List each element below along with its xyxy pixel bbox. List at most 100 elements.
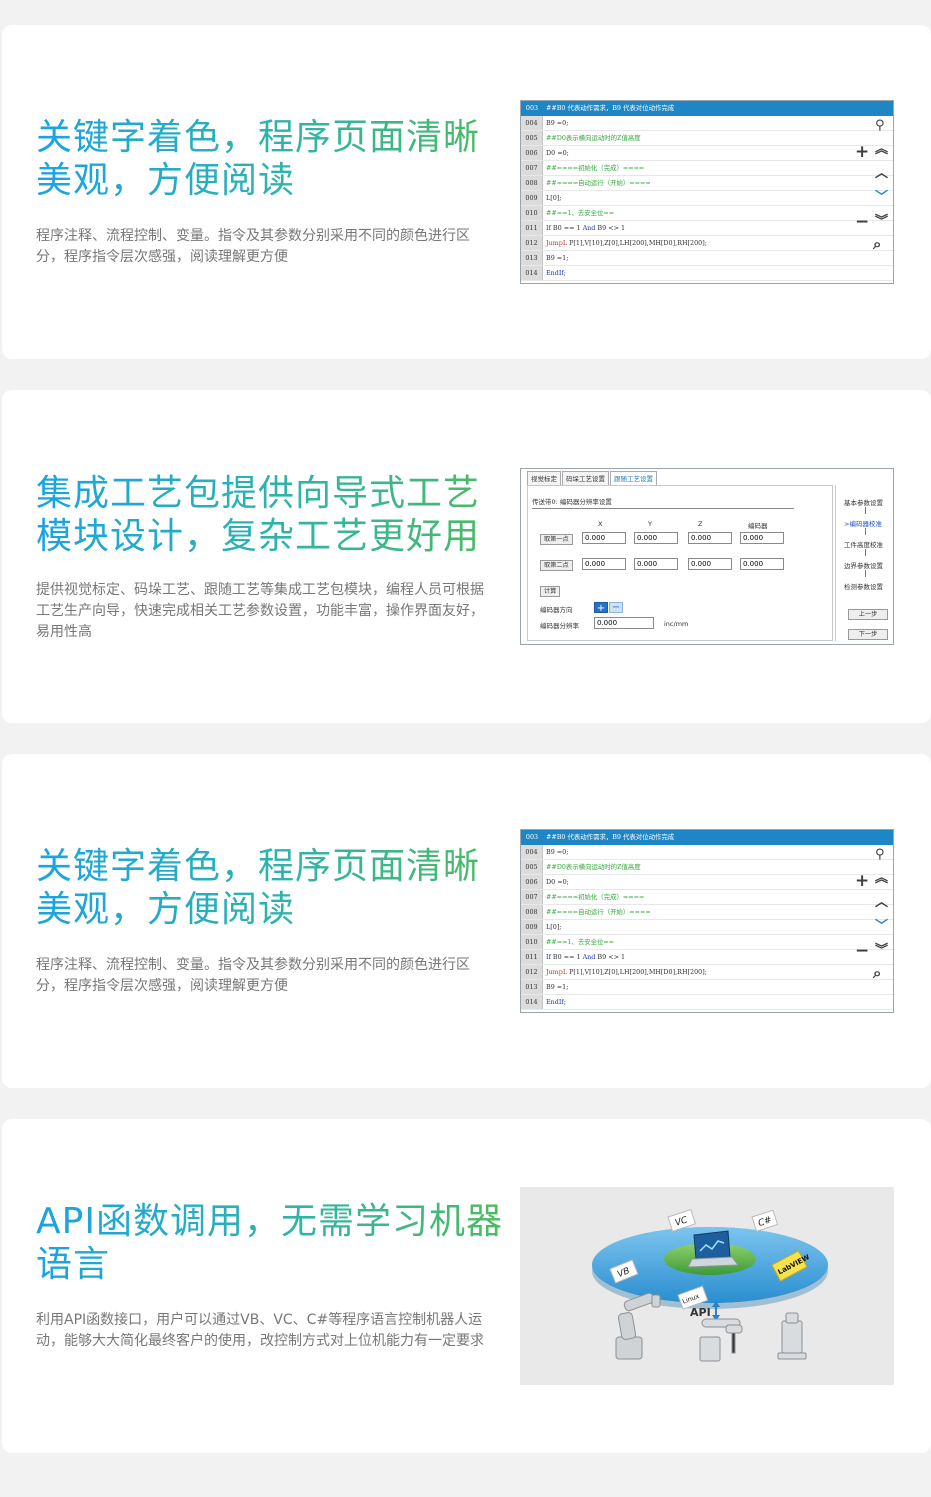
- encoder-resolution-field[interactable]: [594, 617, 654, 629]
- code-line[interactable]: 006 D0 =0;: [521, 146, 893, 161]
- down-icon[interactable]: ﹀: [875, 919, 888, 935]
- line-number: 006: [521, 146, 543, 160]
- line-number: 008: [521, 176, 543, 190]
- encoder-direction-label: 编码器方向: [540, 606, 573, 614]
- code-line[interactable]: 007 ##====初始化（完成）====: [521, 890, 893, 905]
- step-detection-params[interactable]: 检测参数设置: [844, 581, 883, 591]
- line-number: 005: [521, 860, 543, 874]
- code-line[interactable]: 003 ##B0 代表动作需求，B9 代表对位动作完成: [521, 101, 893, 116]
- tab-palletizing[interactable]: 码垛工艺设置: [562, 471, 609, 485]
- up-icon[interactable]: ︿: [875, 166, 888, 182]
- step-connector: [865, 528, 866, 535]
- plus-icon[interactable]: +: [855, 144, 869, 161]
- calculate-button[interactable]: 计算: [540, 586, 561, 597]
- code-text: EndIf;: [546, 998, 566, 1006]
- code-line[interactable]: 005 ##D0表示横向运动时的Z值高度: [521, 860, 893, 875]
- previous-step-button[interactable]: 上一步: [848, 609, 888, 620]
- code-text: ##B0 代表动作需求，B9 代表对位动作完成: [546, 104, 675, 112]
- down-icon[interactable]: ﹀: [875, 190, 888, 206]
- code-text: JumpL P[1],V[10],Z[0],LH[200],MH[D0],RH[…: [546, 968, 707, 976]
- step-workpiece-height[interactable]: 工件高度校准: [844, 539, 883, 549]
- line-number: 003: [521, 830, 543, 845]
- double-up-icon[interactable]: ︽: [875, 871, 888, 887]
- up-icon[interactable]: ︿: [875, 895, 888, 911]
- line-number: 011: [521, 950, 543, 964]
- code-text: B9 =0;: [546, 848, 569, 856]
- minus-icon[interactable]: −: [855, 214, 869, 231]
- get-first-point-button[interactable]: 取第一点: [540, 534, 573, 545]
- code-text: JumpL P[1],V[10],Z[0],LH[200],MH[D0],RH[…: [546, 239, 707, 247]
- code-line[interactable]: 009 L[0];: [521, 191, 893, 206]
- code-line[interactable]: 012 JumpL P[1],V[10],Z[0],LH[200],MH[D0],…: [521, 236, 893, 251]
- step-encoder-calibration[interactable]: >编码器校准: [844, 518, 882, 528]
- code-line[interactable]: 013 B9 =1;: [521, 980, 893, 995]
- feature-description: 提供视觉标定、码垛工艺、跟随工艺等集成工艺包模块，编程人员可根据工艺生产向导，快…: [36, 582, 484, 640]
- feature-title: 集成工艺包提供向导式工艺模块设计，复杂工艺更好用: [36, 472, 506, 558]
- code-text: If B0 == 1 And B9 <> 1: [546, 953, 626, 961]
- first-point-z-field[interactable]: [688, 532, 732, 544]
- double-down-icon[interactable]: ︾: [875, 214, 888, 230]
- second-point-y-field[interactable]: [634, 558, 678, 570]
- code-line[interactable]: 014 EndIf;: [521, 995, 893, 1010]
- double-up-icon[interactable]: ︽: [875, 142, 888, 158]
- code-line[interactable]: 011 If B0 == 1 And B9 <> 1: [521, 950, 893, 965]
- location-icon[interactable]: ⚲: [875, 118, 885, 134]
- code-text: ##====初始化（完成）====: [546, 164, 645, 172]
- feature-title: 关键字着色，程序页面清晰美观，方便阅读: [36, 116, 506, 202]
- location-icon[interactable]: ⚲: [875, 847, 885, 863]
- search-icon[interactable]: ⌕: [873, 965, 881, 981]
- code-text: ##====自动运行（开始）====: [546, 908, 651, 916]
- code-line[interactable]: 004 B9 =0;: [521, 845, 893, 860]
- code-line[interactable]: 009 L[0];: [521, 920, 893, 935]
- code-line[interactable]: 005 ##D0表示横向运动时的Z值高度: [521, 131, 893, 146]
- api-diagram: VC C# VB LabVIEW Linux API: [520, 1187, 894, 1385]
- next-step-button[interactable]: 下一步: [848, 629, 888, 640]
- plus-icon[interactable]: +: [855, 873, 869, 890]
- code-line[interactable]: 007 ##====初始化（完成）====: [521, 161, 893, 176]
- csharp-card: C#: [751, 1209, 779, 1232]
- code-line[interactable]: 011 If B0 == 1 And B9 <> 1: [521, 221, 893, 236]
- line-number: 013: [521, 980, 543, 994]
- column-x: X: [598, 520, 603, 528]
- direction-plus-button[interactable]: +: [594, 602, 608, 614]
- code-editor: 003 ##B0 代表动作需求，B9 代表对位动作完成 004 B9 =0; 005 ##…: [520, 100, 894, 284]
- code-line[interactable]: 013 B9 =1;: [521, 251, 893, 266]
- get-second-point-button[interactable]: 取第二点: [540, 560, 573, 571]
- tab-conveyor-tracking[interactable]: 跟随工艺设置: [610, 471, 657, 485]
- code-line[interactable]: 010 ##==1、去安全位==: [521, 935, 893, 950]
- tab-vision-calibration[interactable]: 视觉标定: [527, 471, 561, 485]
- search-icon[interactable]: ⌕: [873, 236, 881, 252]
- second-point-z-field[interactable]: [688, 558, 732, 570]
- step-basic-params[interactable]: 基本参数设置: [844, 497, 883, 507]
- editor-toolbar: ⚲ + ︽ ︿ ﹀ − ︾ ⌕: [853, 845, 893, 1012]
- code-text: ##====初始化（完成）====: [546, 893, 645, 901]
- code-line[interactable]: 008 ##====自动运行（开始）====: [521, 905, 893, 920]
- step-boundary-params[interactable]: 边界参数设置: [844, 560, 883, 570]
- encoder-resolution-label: 编码器分辨率: [540, 622, 579, 630]
- minus-icon[interactable]: −: [855, 943, 869, 960]
- line-number: 007: [521, 890, 543, 904]
- direction-minus-button[interactable]: −: [609, 602, 623, 613]
- line-number: 003: [521, 101, 543, 116]
- code-line[interactable]: 006 D0 =0;: [521, 875, 893, 890]
- code-text: B9 =1;: [546, 254, 569, 262]
- code-line[interactable]: 008 ##====自动运行（开始）====: [521, 176, 893, 191]
- feature-description: 程序注释、流程控制、变量。指令及其参数分别采用不同的颜色进行区分，程序指令层次感…: [36, 957, 470, 994]
- first-point-encoder-field[interactable]: [740, 532, 784, 544]
- double-down-icon[interactable]: ︾: [875, 943, 888, 959]
- column-z: Z: [698, 520, 703, 528]
- code-line[interactable]: 012 JumpL P[1],V[10],Z[0],LH[200],MH[D0],…: [521, 965, 893, 980]
- code-line[interactable]: 010 ##==1、去安全位==: [521, 206, 893, 221]
- line-number: 009: [521, 920, 543, 934]
- step-connector: [865, 549, 866, 556]
- code-line[interactable]: 004 B9 =0;: [521, 116, 893, 131]
- step-connector: [865, 507, 866, 514]
- code-line[interactable]: 014 EndIf;: [521, 266, 893, 281]
- first-point-y-field[interactable]: [634, 532, 678, 544]
- code-line[interactable]: 003 ##B0 代表动作需求，B9 代表对位动作完成: [521, 830, 893, 845]
- second-point-encoder-field[interactable]: [740, 558, 784, 570]
- code-text: ##==1、去安全位==: [546, 938, 615, 946]
- first-point-x-field[interactable]: [582, 532, 626, 544]
- second-point-x-field[interactable]: [582, 558, 626, 570]
- code-text: ##D0表示横向运动时的Z值高度: [546, 863, 641, 871]
